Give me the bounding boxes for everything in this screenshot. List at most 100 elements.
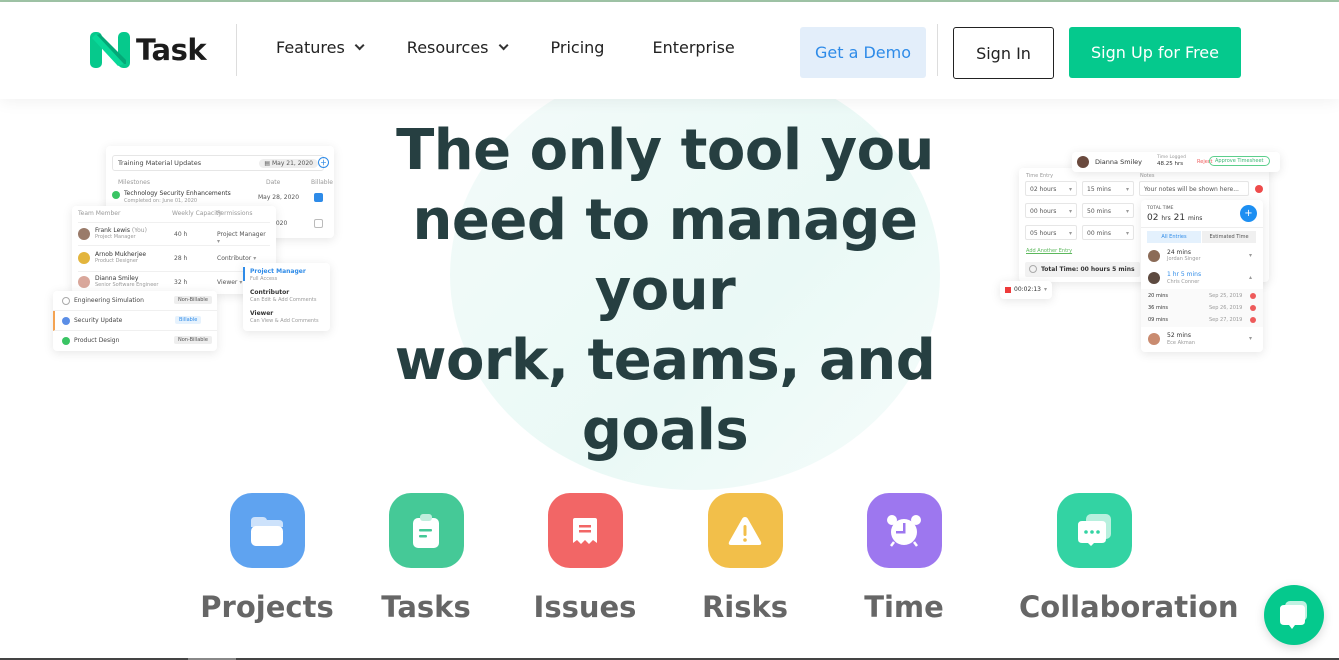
permission-select[interactable]: Viewer ▾: [217, 279, 242, 286]
col-header: Team Member: [78, 210, 121, 217]
headline-line: need to manage your: [412, 188, 918, 323]
chat-widget-button[interactable]: [1264, 585, 1324, 645]
hours-select[interactable]: 00 hours ▾: [1025, 203, 1077, 218]
permission-dropdown: Project Manager Full Access Contributor …: [243, 263, 330, 331]
person-time: 24 mins: [1167, 249, 1191, 256]
logo[interactable]: Task: [90, 32, 207, 68]
hero-headline: The only tool you need to manage your wo…: [360, 116, 970, 466]
avatar: [78, 228, 90, 240]
tab-all-entries[interactable]: All Entries: [1147, 231, 1201, 243]
chevron-down-icon: [498, 40, 509, 51]
milestone-input[interactable]: Training Material Updates: [118, 159, 201, 167]
task-row[interactable]: Security Update Billable: [53, 311, 217, 331]
approve-timesheet-button[interactable]: Approve Timesheet: [1209, 156, 1270, 166]
timer-widget: 00:02:13 ▾: [1000, 281, 1052, 299]
feature-tasks[interactable]: Tasks: [351, 493, 501, 624]
tab-estimated-time[interactable]: Estimated Time: [1202, 231, 1256, 243]
remove-icon[interactable]: [1250, 293, 1256, 299]
permission-option[interactable]: Project Manager: [250, 268, 306, 275]
approver-name: Dianna Smiley: [1095, 158, 1142, 166]
add-time-button[interactable]: +: [1240, 205, 1257, 222]
total-time-value: 02 hrs 21 mins: [1147, 213, 1202, 223]
person-name: Ece Akman: [1167, 340, 1195, 346]
in-progress-icon: [62, 317, 70, 325]
task-name: Product Design: [74, 337, 120, 344]
permission-value: Viewer: [217, 279, 238, 286]
feature-label: Tasks: [381, 590, 471, 624]
col-header: Billable: [311, 179, 333, 186]
tasks-card: Engineering Simulation Non-Billable Secu…: [53, 291, 217, 351]
task-row[interactable]: Product Design Non-Billable: [53, 331, 217, 351]
hours-select[interactable]: 05 hours ▾: [1025, 225, 1077, 240]
logo-text: Task: [136, 33, 207, 67]
billing-badge: Billable: [175, 316, 202, 324]
nav-pricing[interactable]: Pricing: [551, 38, 605, 57]
get-demo-button[interactable]: Get a Demo: [800, 27, 926, 78]
feature-projects[interactable]: Projects: [192, 493, 342, 624]
mins: 21: [1173, 213, 1186, 223]
feature-collaboration[interactable]: Collaboration: [1019, 493, 1239, 624]
hours-select[interactable]: 02 hours ▾: [1025, 181, 1077, 196]
task-row[interactable]: Engineering Simulation Non-Billable: [53, 291, 217, 311]
chevron-down-icon[interactable]: ▾: [1044, 286, 1047, 293]
sign-in-button[interactable]: Sign In: [953, 27, 1054, 79]
nav-enterprise[interactable]: Enterprise: [652, 38, 734, 57]
chevron-up-icon[interactable]: ▴: [1249, 274, 1252, 281]
milestone-date-pill[interactable]: ▤ May 21, 2020: [259, 158, 318, 168]
main-nav: Features Resources Pricing Enterprise: [276, 38, 781, 57]
mins-select[interactable]: 00 mins ▾: [1082, 225, 1134, 240]
nav-resources[interactable]: Resources: [407, 38, 509, 57]
avatar: [1148, 250, 1160, 262]
team-row: Arnob Mukherjee Product Designer 28 h Co…: [78, 245, 270, 270]
chevron-down-icon[interactable]: ▾: [1249, 252, 1252, 259]
hrs: 02: [1147, 213, 1159, 223]
mins-select[interactable]: 50 mins ▾: [1082, 203, 1134, 218]
remove-icon[interactable]: [1250, 317, 1256, 323]
permission-select[interactable]: Contributor ▾: [217, 255, 256, 262]
stop-icon[interactable]: [1005, 287, 1011, 293]
billable-checkbox-checked[interactable]: [314, 193, 323, 202]
chevron-down-icon[interactable]: ▾: [1249, 335, 1252, 342]
time-logged-label: Time Logged: [1157, 155, 1186, 160]
remove-icon[interactable]: [1250, 305, 1256, 311]
ticket-icon: [547, 493, 623, 568]
feature-label: Collaboration: [1019, 590, 1239, 624]
milestone-name: Technology Security Enhancements: [124, 190, 231, 197]
mins-select[interactable]: 15 mins ▾: [1082, 181, 1134, 196]
add-milestone-icon[interactable]: +: [318, 157, 329, 168]
time-entry-label: Time Entry: [1026, 173, 1054, 179]
person-name: Chris Conner: [1167, 279, 1200, 285]
permission-select[interactable]: Project Manager ▾: [217, 231, 270, 245]
avatar: [1077, 156, 1089, 168]
hrs-unit: hrs: [1161, 215, 1171, 222]
folder-icon: [229, 493, 305, 568]
feature-label: Projects: [200, 590, 334, 624]
add-entry-link[interactable]: Add Another Entry: [1026, 248, 1072, 254]
time-logged-value: 48.25 hrs: [1157, 161, 1184, 167]
timer-value: 00:02:13: [1014, 286, 1041, 293]
site-header: Task Features Resources Pricing Enterpri…: [0, 2, 1339, 99]
feature-time[interactable]: Time: [829, 493, 979, 624]
permission-option[interactable]: Contributor: [250, 289, 289, 296]
permission-option[interactable]: Viewer: [250, 310, 273, 317]
chat-icon: [1280, 601, 1307, 629]
nav-features[interactable]: Features: [276, 38, 365, 57]
notes-input[interactable]: Your notes will be shown here...: [1139, 181, 1249, 196]
header-divider: [937, 24, 938, 76]
detail-time: 09 mins: [1148, 317, 1168, 323]
sign-up-button[interactable]: Sign Up for Free: [1069, 27, 1241, 78]
time-summary-card: TOTAL TIME 02 hrs 21 mins + All Entries …: [1141, 200, 1263, 352]
feature-risks[interactable]: Risks: [670, 493, 820, 624]
chevron-down-icon: [354, 40, 365, 51]
nav-pricing-label: Pricing: [550, 38, 605, 57]
feature-issues[interactable]: Issues: [510, 493, 660, 624]
team-row: Dianna Smiley Senior Software Engineer 3…: [78, 271, 270, 293]
remove-entry-icon[interactable]: [1255, 185, 1263, 193]
feature-label: Risks: [701, 590, 789, 624]
nav-features-label: Features: [276, 38, 345, 57]
mins-value: 50 mins: [1087, 208, 1111, 215]
billable-checkbox[interactable]: [314, 219, 323, 228]
person-time: 1 hr 5 mins: [1167, 271, 1202, 278]
hours-value: 05 hours: [1030, 230, 1057, 237]
check-circle-icon: [62, 337, 70, 345]
